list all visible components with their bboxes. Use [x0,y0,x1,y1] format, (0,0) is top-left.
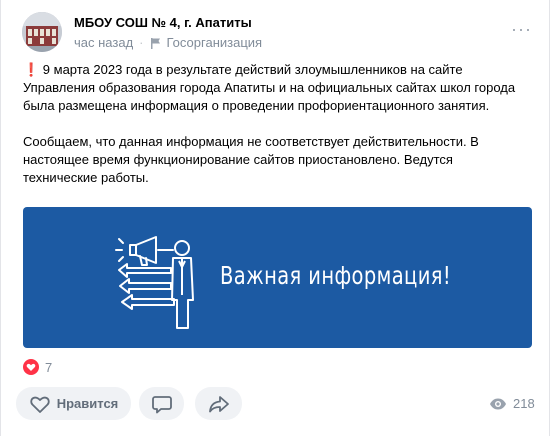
comment-icon [151,395,172,413]
heart-icon [23,359,39,375]
meta-separator: · [139,35,144,50]
megaphone-icon [115,236,174,266]
views-count: 218 [513,396,535,411]
post-time[interactable]: час назад [74,35,133,50]
arrow-icon [118,263,175,310]
post-paragraph-1-text: 9 марта 2023 года в результате действий … [23,62,516,113]
post-text: ❗ 9 марта 2023 года в результате действи… [23,61,523,205]
eye-icon [490,398,506,409]
post-meta: час назад · Госорганизация [74,35,262,50]
post-paragraph-1: ❗ 9 марта 2023 года в результате действи… [23,61,523,115]
avatar-image [22,12,62,52]
avatar[interactable] [22,12,62,52]
post-image-banner[interactable]: Важная информация! [23,207,532,348]
likes-count: 7 [45,359,53,375]
reactions-summary[interactable]: 7 [23,359,52,375]
like-button[interactable]: Нравится [16,387,131,420]
banner-title: Важная информация! [220,261,452,290]
exclamation-mark: ❗ [23,62,40,77]
comment-button[interactable] [139,387,184,420]
like-button-label: Нравится [56,396,119,411]
share-button[interactable] [195,387,242,420]
post-card: МБОУ СОШ № 4, г. Апатиты час назад · Гос… [0,0,550,436]
more-icon[interactable]: ··· [511,20,532,38]
views-counter: 218 [489,396,535,411]
person-figure [171,240,194,329]
share-icon [208,395,229,412]
flag-icon [150,37,162,49]
post-category[interactable]: Госорганизация [167,35,263,50]
post-paragraph-2: Сообщаем, что данная информация не соотв… [23,134,479,185]
author-name[interactable]: МБОУ СОШ № 4, г. Апатиты [74,15,252,30]
like-icon [30,396,50,413]
